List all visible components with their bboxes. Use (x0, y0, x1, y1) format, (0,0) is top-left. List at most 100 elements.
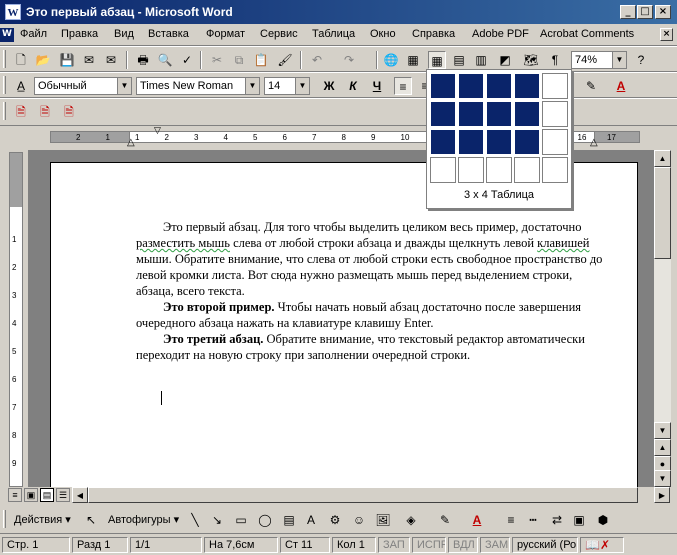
table-grid-cell[interactable] (458, 129, 484, 155)
scroll-left-button[interactable]: ◀ (72, 487, 88, 503)
toolbar-grip[interactable] (3, 510, 6, 528)
print-layout-view-button[interactable]: ▤ (40, 488, 54, 502)
scroll-up-button[interactable]: ▲ (654, 150, 671, 167)
insert-table-icon[interactable]: ▦ (428, 51, 446, 69)
spelling-error[interactable]: клавишей (537, 236, 589, 250)
menu-format[interactable]: Формат (206, 28, 245, 40)
vertical-scrollbar[interactable]: ▲ ▼ ▲ ● ▼ (654, 150, 671, 487)
align-left-icon[interactable]: ≡ (394, 77, 412, 95)
maximize-button[interactable]: □ (637, 5, 653, 19)
vertical-ruler[interactable]: 12345678910 (9, 152, 23, 496)
rectangle-icon[interactable]: ▭ (232, 511, 250, 529)
save-icon[interactable]: 💾 (58, 51, 76, 69)
first-line-indent-marker[interactable]: ▽ (154, 125, 161, 136)
status-language[interactable]: русский (Ро (512, 537, 578, 553)
arrow-icon[interactable]: ↘ (208, 511, 226, 529)
chevron-down-icon[interactable]: ▼ (245, 78, 259, 94)
italic-button[interactable]: К (344, 77, 362, 95)
oval-icon[interactable]: ◯ (256, 511, 274, 529)
show-hide-icon[interactable]: ¶ (546, 51, 564, 69)
highlight-icon[interactable]: ✎ (582, 77, 600, 95)
copy-icon[interactable]: ⧉ (230, 51, 248, 69)
table-grid-cell[interactable] (458, 101, 484, 127)
autoshapes-menu[interactable]: Автофигуры ▾ (108, 513, 179, 526)
normal-view-button[interactable]: ≡ (8, 488, 22, 502)
web-view-button[interactable]: ▣ (24, 488, 38, 502)
insert-excel-icon[interactable]: ▤ (450, 51, 468, 69)
menu-edit[interactable]: Правка (61, 28, 98, 40)
menu-view[interactable]: Вид (114, 28, 134, 40)
status-record[interactable]: ЗАП (378, 537, 410, 553)
diagram-icon[interactable]: ⚙ (326, 511, 344, 529)
chevron-down-icon[interactable]: ▼ (295, 78, 309, 94)
table-grid-cell[interactable] (486, 101, 512, 127)
table-grid-cell[interactable] (486, 73, 512, 99)
font-combo[interactable]: Times New Roman ▼ (136, 77, 260, 95)
doc-close-button[interactable]: × (660, 28, 673, 41)
clip-art-icon[interactable]: ☺ (350, 511, 368, 529)
word-app-icon[interactable]: W (5, 4, 21, 20)
spelling-icon[interactable]: ✓ (178, 51, 196, 69)
document-map-icon[interactable]: 🗺 (522, 51, 540, 69)
table-grid-cell[interactable] (430, 129, 456, 155)
menu-help[interactable]: Справка (412, 28, 455, 40)
redo-icon[interactable]: ↷ (340, 51, 358, 69)
paragraph-2[interactable]: Это второй пример. Чтобы начать новый аб… (136, 299, 604, 331)
style-combo[interactable]: Обычный ▼ (34, 77, 132, 95)
table-grid-cell[interactable] (542, 73, 568, 99)
menu-table[interactable]: Таблица (312, 28, 355, 40)
table-size-grid[interactable] (430, 73, 570, 185)
email-icon[interactable]: ✉ (102, 51, 120, 69)
drawing-icon[interactable]: ◩ (496, 51, 514, 69)
status-extend[interactable]: ВДЛ (448, 537, 478, 553)
table-grid-cell[interactable] (458, 157, 484, 183)
minimize-button[interactable]: _ (620, 5, 636, 19)
menu-acrobat-comments[interactable]: Acrobat Comments (540, 28, 634, 40)
table-grid-cell[interactable] (458, 73, 484, 99)
hyperlink-icon[interactable]: 🌐 (382, 51, 400, 69)
right-indent-marker[interactable]: △ (590, 137, 598, 148)
horizontal-ruler[interactable]: 211234567891011121314151617 ▽ △ △ (0, 125, 677, 148)
text-box-icon[interactable]: ▤ (280, 511, 298, 529)
status-overtype[interactable]: ЗАМ (480, 537, 510, 553)
table-grid-cell[interactable] (486, 129, 512, 155)
styles-icon[interactable]: A̲ (12, 77, 30, 95)
cut-icon[interactable]: ✂ (208, 51, 226, 69)
table-grid-cell[interactable] (430, 157, 456, 183)
help-icon[interactable]: ? (632, 51, 650, 69)
pdf-review-icon[interactable]: 🗎 (60, 103, 78, 121)
zoom-combo[interactable]: 74% ▼ (571, 51, 627, 69)
table-grid-cell[interactable] (514, 157, 540, 183)
open-folder-icon[interactable]: 📂 (34, 51, 52, 69)
permission-icon[interactable]: ✉ (80, 51, 98, 69)
dash-style-icon[interactable]: ┅ (524, 511, 542, 529)
toolbar-grip[interactable] (3, 102, 6, 120)
insert-picture-icon[interactable]: 🖼 (374, 511, 392, 529)
convert-to-pdf-icon[interactable]: 🗎 (12, 103, 30, 121)
toolbar-grip[interactable] (3, 76, 6, 94)
print-preview-icon[interactable]: 🔍 (156, 51, 174, 69)
chevron-down-icon[interactable]: ▼ (117, 78, 131, 94)
line-icon[interactable]: ╲ (186, 511, 204, 529)
underline-button[interactable]: Ч (368, 77, 386, 95)
undo-icon[interactable]: ↶ (308, 51, 326, 69)
bold-button[interactable]: Ж (320, 77, 338, 95)
table-grid-cell[interactable] (430, 101, 456, 127)
table-grid-cell[interactable] (542, 101, 568, 127)
select-objects-icon[interactable]: ↖ (82, 511, 100, 529)
shadow-style-icon[interactable]: ▣ (570, 511, 588, 529)
3d-style-icon[interactable]: ⬢ (594, 511, 612, 529)
format-painter-icon[interactable]: 🖌 (276, 51, 294, 69)
scroll-thumb[interactable] (654, 167, 671, 259)
menu-file[interactable]: Файл (20, 28, 47, 40)
outline-view-button[interactable]: ☰ (56, 488, 70, 502)
left-indent-marker[interactable]: △ (127, 137, 135, 148)
paragraph-3[interactable]: Это третий абзац. Обратите внимание, что… (136, 331, 604, 363)
table-grid-cell[interactable] (514, 73, 540, 99)
scroll-down-button[interactable]: ▼ (654, 422, 671, 439)
table-grid-cell[interactable] (514, 101, 540, 127)
menu-insert[interactable]: Вставка (148, 28, 189, 40)
table-grid-cell[interactable] (486, 157, 512, 183)
menu-tools[interactable]: Сервис (260, 28, 298, 40)
draw-font-color-icon[interactable]: A (468, 511, 486, 529)
